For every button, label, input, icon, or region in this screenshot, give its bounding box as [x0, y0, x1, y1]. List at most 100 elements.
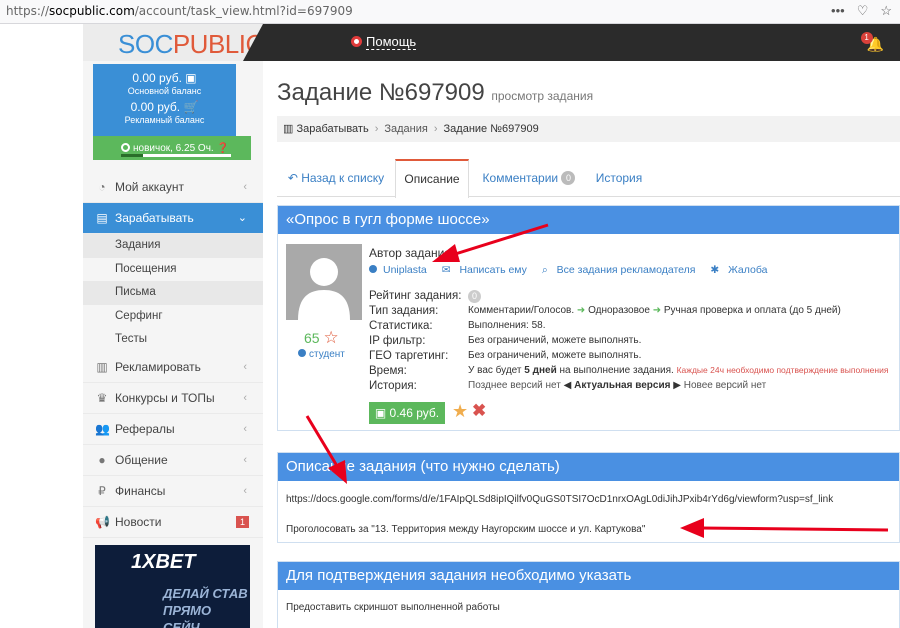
pocket-icon[interactable]: ♡	[857, 3, 869, 19]
chevron-left-icon: ‹	[243, 391, 247, 404]
history-older: Позднее версий нет	[468, 380, 561, 391]
sidebar-item-earn[interactable]: ▤ Зарабатывать ⌄	[83, 203, 263, 234]
earn-submenu: Задания Посещения Письма Серфинг Тесты	[83, 234, 263, 352]
envelope-icon: ✉	[441, 264, 451, 276]
time-post: на выполнение задания.	[556, 365, 674, 376]
arrow-right-icon: ▶	[673, 380, 681, 391]
author-rank: студент	[298, 349, 345, 360]
write-message-link[interactable]: ✉ Написать ему	[442, 264, 533, 276]
navbar-slant	[243, 24, 263, 61]
main-content: Задание №697909 просмотр задания ▥ Зараб…	[263, 61, 900, 628]
more-icon[interactable]: •••	[831, 3, 845, 19]
submenu-visits[interactable]: Посещения	[83, 258, 263, 282]
bar-chart-icon: ▥	[96, 359, 108, 374]
bullhorn-icon: 📢	[95, 514, 110, 529]
price-button[interactable]: ▣ 0.46 руб.	[369, 402, 445, 424]
tab-comments[interactable]: Комментарии 0	[474, 159, 584, 197]
tab-history[interactable]: История	[589, 159, 649, 197]
tab-label: Описание	[404, 172, 460, 186]
browser-toolbar: https://socpublic.com/account/task_view.…	[0, 0, 900, 24]
sidebar-item-label: Зарабатывать	[115, 211, 194, 225]
chevron-left-icon: ‹	[243, 422, 247, 435]
prop-key: Время:	[369, 365, 407, 377]
task-tabs: ↶ Назад к списку Описание Комментарии 0 …	[277, 159, 900, 198]
all-tasks-label: Все задания рекламодателя	[556, 264, 696, 276]
prop-key: История:	[369, 380, 417, 392]
sidebar-item-account[interactable]: ◔ Мой аккаунт ‹	[83, 172, 263, 203]
tab-description[interactable]: Описание	[395, 159, 469, 198]
task-form-link[interactable]: https://docs.google.com/forms/d/e/1FAIpQ…	[286, 494, 833, 505]
site-logo[interactable]: SOCPUBLIC	[118, 29, 264, 60]
author-name-link[interactable]: Uniplasta	[369, 264, 433, 276]
favorite-star-icon[interactable]: ★	[452, 401, 468, 422]
history-current: Актуальная версия	[574, 380, 671, 391]
prop-value: Комментарии/Голосов. ➜ Одноразовое ➜ Руч…	[468, 305, 841, 316]
ad-banner[interactable]: 1XBET ДЕЛАЙ СТАВ ПРЯМО СЕЙЧ	[95, 545, 250, 628]
hide-task-icon[interactable]: ✖	[472, 401, 486, 421]
breadcrumb: ▥ Зарабатывать › Задания › Задание №697909	[277, 116, 900, 142]
ad-slogan-line2: ПРЯМО СЕЙЧ	[163, 603, 212, 628]
tab-label: Комментарии	[482, 171, 559, 185]
comment-icon: ●	[98, 452, 106, 467]
url-prefix: https://	[6, 4, 50, 18]
confirmation-panel: Для подтверждения задания необходимо ука…	[277, 561, 900, 628]
submenu-tasks[interactable]: Задания	[83, 234, 263, 258]
submenu-tests[interactable]: Тесты	[83, 328, 263, 352]
sidebar-item-label: Финансы	[115, 483, 166, 498]
sidebar-item-referrals[interactable]: 👥 Рефералы ‹	[83, 414, 263, 445]
breadcrumb-current: Задание №697909	[443, 123, 539, 135]
ad-brand-logo: 1XBET	[131, 551, 196, 573]
ad-balance-value: 0.00 руб.	[130, 100, 181, 114]
task-check-mode: Ручная проверка и оплата (до 5 дней)	[663, 305, 841, 316]
breadcrumb-tasks[interactable]: Задания	[384, 123, 427, 135]
sidebar-item-label: Рефералы	[115, 421, 175, 436]
confirmation-requirement: Предоставить скриншот выполненной работы	[286, 602, 500, 613]
sidebar: 0.00 руб. ▣ Основной баланс 0.00 руб. 🛒 …	[83, 61, 263, 628]
author-rating: 65 ☆	[304, 328, 339, 348]
history-newer: Новее версий нет	[683, 380, 767, 391]
url-path: /account/task_view.html?id=697909	[134, 4, 353, 18]
sidebar-item-contests[interactable]: ♛ Конкурсы и ТОПы ‹	[83, 383, 263, 414]
bug-icon: ✱	[710, 264, 720, 276]
chevron-left-icon: ‹	[243, 453, 247, 466]
complaint-link[interactable]: ✱ Жалоба	[710, 264, 773, 276]
logo-soc: SOC	[118, 29, 173, 59]
sidebar-item-advertise[interactable]: ▥ Рекламировать ‹	[83, 352, 263, 383]
prop-key: IP фильтр:	[369, 335, 426, 347]
level-progress-fill	[121, 154, 143, 157]
task-panel: «Опрос в гугл форме шоссе» 65 ☆ студент …	[277, 205, 900, 431]
question-icon[interactable]: ❓	[216, 143, 228, 154]
all-tasks-link[interactable]: ⌕ Все задания рекламодателя	[542, 264, 702, 276]
level-bar[interactable]: новичок, 6.25 Оч. ❓	[93, 136, 251, 160]
breadcrumb-separator: ›	[433, 123, 438, 135]
help-link[interactable]: Помощь	[351, 34, 417, 50]
page-subtitle: просмотр задания	[491, 89, 594, 103]
bar-chart-icon: ▥	[283, 123, 294, 135]
tachometer-icon: ◔	[98, 180, 106, 194]
chevron-left-icon: ‹	[243, 484, 247, 497]
star-outline-icon: ☆	[323, 328, 339, 347]
sidebar-item-label: Новости	[115, 514, 162, 529]
submenu-surfing[interactable]: Серфинг	[83, 305, 263, 329]
ad-slogan: ДЕЛАЙ СТАВ ПРЯМО СЕЙЧ	[163, 585, 250, 628]
sidebar-item-label: Общение	[115, 452, 168, 467]
level-text: новичок, 6.25 Оч.	[133, 143, 214, 154]
time-pre: У вас будет	[468, 365, 525, 376]
task-instruction: Проголосовать за "13. Территория между Н…	[286, 524, 646, 535]
address-bar[interactable]: https://socpublic.com/account/task_view.…	[6, 4, 353, 18]
description-heading: Описание задания (что нужно сделать)	[278, 453, 899, 481]
sidebar-item-news[interactable]: 📢 Новости 1	[83, 507, 263, 538]
tab-label: История	[595, 171, 643, 185]
breadcrumb-earn[interactable]: Зарабатывать	[296, 123, 368, 135]
rank-dot-icon	[298, 349, 306, 357]
tab-back-to-list[interactable]: ↶ Назад к списку	[277, 159, 395, 197]
prop-value: 0	[468, 290, 481, 303]
bookmark-star-icon[interactable]: ☆	[880, 3, 892, 19]
sidebar-item-communication[interactable]: ● Общение ‹	[83, 445, 263, 476]
notifications-button[interactable]: 1 🔔	[860, 32, 884, 53]
submenu-letters[interactable]: Письма	[83, 281, 263, 305]
comments-count-badge: 0	[561, 171, 576, 185]
sidebar-item-finance[interactable]: ₽ Финансы ‹	[83, 476, 263, 507]
page-title: Задание №697909 просмотр задания	[277, 79, 593, 107]
prop-value: Позднее версий нет ◀ Актуальная версия ▶…	[468, 380, 766, 391]
